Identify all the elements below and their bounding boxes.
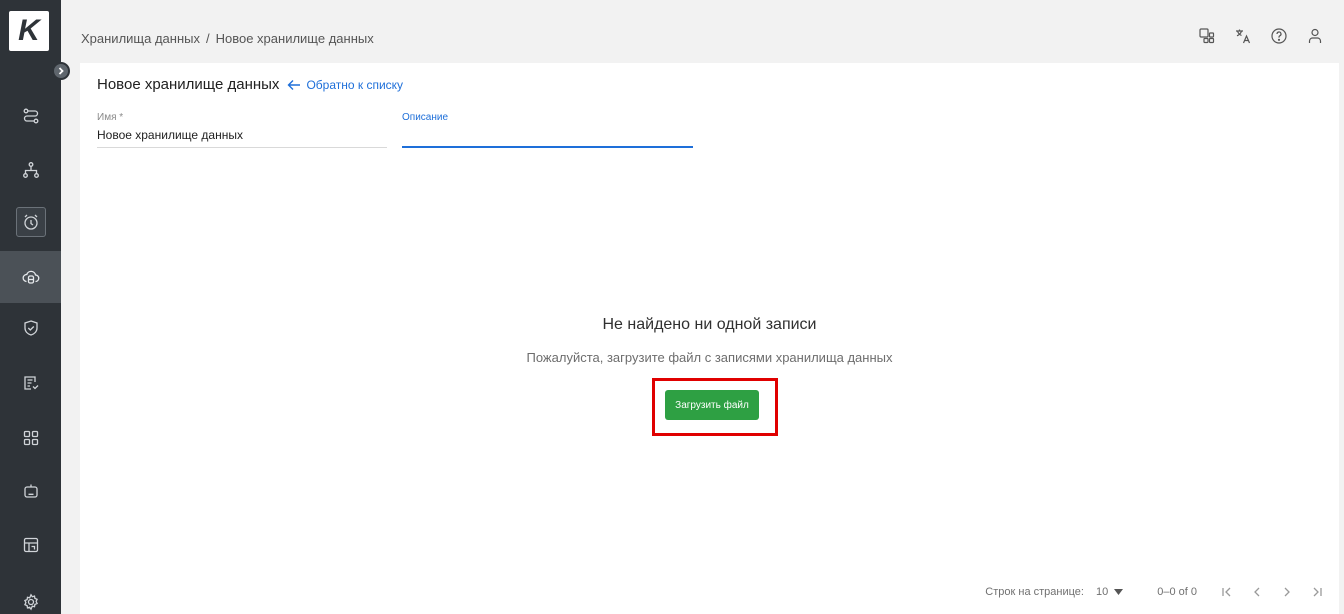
description-field-label: Описание <box>402 112 449 123</box>
user-icon <box>1308 28 1322 43</box>
sidebar-item-modules[interactable] <box>0 412 61 464</box>
breadcrumb-item-storages[interactable]: Хранилища данных <box>81 31 200 46</box>
name-field-value[interactable]: Новое хранилище данных <box>97 128 387 142</box>
grid-icon <box>23 430 38 446</box>
sidebar-item-settings[interactable] <box>0 576 61 614</box>
main-card: Новое хранилище данных Обратно к списку … <box>80 63 1339 614</box>
chevron-right-icon <box>58 67 64 75</box>
help-button[interactable] <box>1268 25 1290 47</box>
pagination-range: 0–0 of 0 <box>1157 586 1197 598</box>
sidebar-item-scheduler[interactable] <box>0 196 61 248</box>
page-title: Новое хранилище данных <box>97 76 280 93</box>
apps-icon <box>1199 28 1215 44</box>
rows-per-page-select[interactable]: 10 <box>1095 586 1124 598</box>
hierarchy-icon <box>22 162 39 178</box>
previous-page-icon[interactable] <box>1251 586 1263 598</box>
alarm-clock-icon <box>23 214 38 230</box>
description-field[interactable]: Описание <box>402 112 693 148</box>
sidebar-item-documents[interactable] <box>0 357 61 409</box>
route-icon <box>23 108 38 124</box>
caret-down-icon <box>1114 589 1124 595</box>
logo-letter: K <box>18 14 40 47</box>
sidebar-item-data-storage[interactable] <box>0 251 61 303</box>
calendar-icon <box>23 537 38 553</box>
header-actions <box>1196 25 1326 47</box>
language-button[interactable] <box>1232 25 1254 47</box>
document-list-icon <box>23 376 38 390</box>
shield-check-icon <box>23 320 38 336</box>
upload-file-button[interactable]: Загрузить файл <box>665 390 759 420</box>
profile-button[interactable] <box>1304 25 1326 47</box>
settings-icon <box>23 593 38 611</box>
breadcrumb-separator: / <box>205 31 210 46</box>
empty-state-title: Не найдено ни одной записи <box>602 316 817 333</box>
breadcrumb: Хранилища данных / Новое хранилище данных <box>81 31 374 46</box>
back-to-list-link[interactable]: Обратно к списку <box>287 78 403 92</box>
empty-state-subtitle: Пожалуйста, загрузите файл с записями хр… <box>526 350 893 365</box>
first-page-icon[interactable] <box>1221 586 1233 598</box>
rows-per-page-label: Строк на странице: <box>985 586 1084 598</box>
title-row: Новое хранилище данных Обратно к списку <box>97 76 403 93</box>
robot-icon <box>23 484 38 498</box>
pagination-nav <box>1221 586 1323 598</box>
name-field[interactable]: Имя * Новое хранилище данных <box>97 112 387 148</box>
last-page-icon[interactable] <box>1311 586 1323 598</box>
translate-icon <box>1236 29 1251 44</box>
sidebar-item-hierarchy[interactable] <box>0 144 61 196</box>
name-field-label: Имя * <box>97 112 124 123</box>
rows-per-page-value: 10 <box>1095 586 1109 598</box>
sidebar-item-routes[interactable] <box>0 90 61 142</box>
sidebar: K <box>0 0 61 614</box>
next-page-icon[interactable] <box>1281 586 1293 598</box>
arrow-left-icon <box>287 79 301 90</box>
database-cloud-icon <box>22 270 39 284</box>
empty-state: Не найдено ни одной записи Пожалуйста, з… <box>80 316 1339 365</box>
apps-button[interactable] <box>1196 25 1218 47</box>
help-icon <box>1271 28 1287 44</box>
sidebar-item-security[interactable] <box>0 302 61 354</box>
pagination: Строк на странице: 10 0–0 of 0 <box>985 586 1323 598</box>
top-header: Хранилища данных / Новое хранилище данных <box>61 0 1344 60</box>
sidebar-item-reports[interactable] <box>0 519 61 571</box>
back-link-label: Обратно к списку <box>306 77 404 92</box>
sidebar-expand-button[interactable] <box>52 62 70 80</box>
sidebar-item-bots[interactable] <box>0 465 61 517</box>
breadcrumb-item-current: Новое хранилище данных <box>215 31 374 46</box>
app-logo[interactable]: K <box>9 11 49 51</box>
